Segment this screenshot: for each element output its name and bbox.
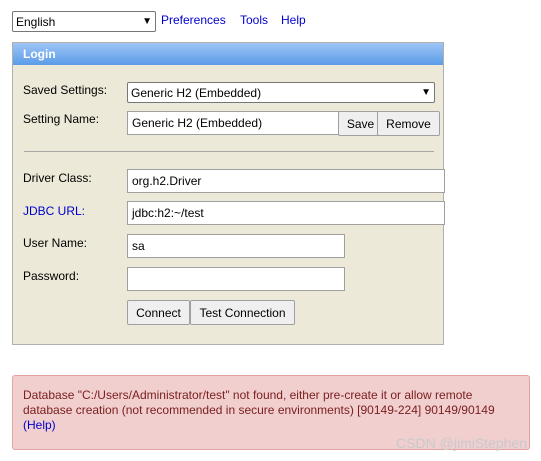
setting-name-label: Setting Name: [23, 112, 100, 126]
connect-button[interactable]: Connect [127, 300, 190, 325]
error-help-link[interactable]: (Help) [23, 418, 56, 432]
divider [24, 151, 434, 152]
password-field[interactable] [127, 267, 345, 291]
user-name-field[interactable]: sa [127, 234, 345, 258]
language-select-value: English [16, 14, 56, 29]
login-panel: Login Saved Settings: Generic H2 (Embedd… [12, 42, 445, 345]
setting-name-field[interactable]: Generic H2 (Embedded) [127, 111, 345, 135]
saved-settings-select[interactable]: Generic H2 (Embedded) ▼ [127, 82, 435, 103]
saved-settings-label: Saved Settings: [23, 83, 108, 97]
chevron-down-icon: ▼ [421, 86, 431, 98]
watermark-text: CSDN @jimiStephen [396, 435, 527, 451]
driver-class-field[interactable]: org.h2.Driver [127, 169, 445, 193]
test-connection-button[interactable]: Test Connection [190, 300, 295, 325]
driver-class-label: Driver Class: [23, 171, 92, 185]
password-label: Password: [23, 269, 80, 283]
jdbc-url-help-link[interactable]: JDBC URL: [23, 204, 85, 218]
user-name-label: User Name: [23, 236, 88, 250]
help-link[interactable]: Help [281, 13, 306, 27]
tools-link[interactable]: Tools [240, 13, 268, 27]
remove-button[interactable]: Remove [377, 111, 440, 136]
login-panel-title: Login [13, 43, 443, 65]
chevron-down-icon: ▼ [142, 15, 152, 27]
saved-settings-value: Generic H2 (Embedded) [131, 85, 262, 100]
language-select[interactable]: English ▼ [12, 11, 156, 32]
error-message-text: Database "C:/Users/Administrator/test" n… [23, 388, 495, 417]
preferences-link[interactable]: Preferences [161, 13, 226, 27]
jdbc-url-field[interactable]: jdbc:h2:~/test [127, 201, 445, 225]
